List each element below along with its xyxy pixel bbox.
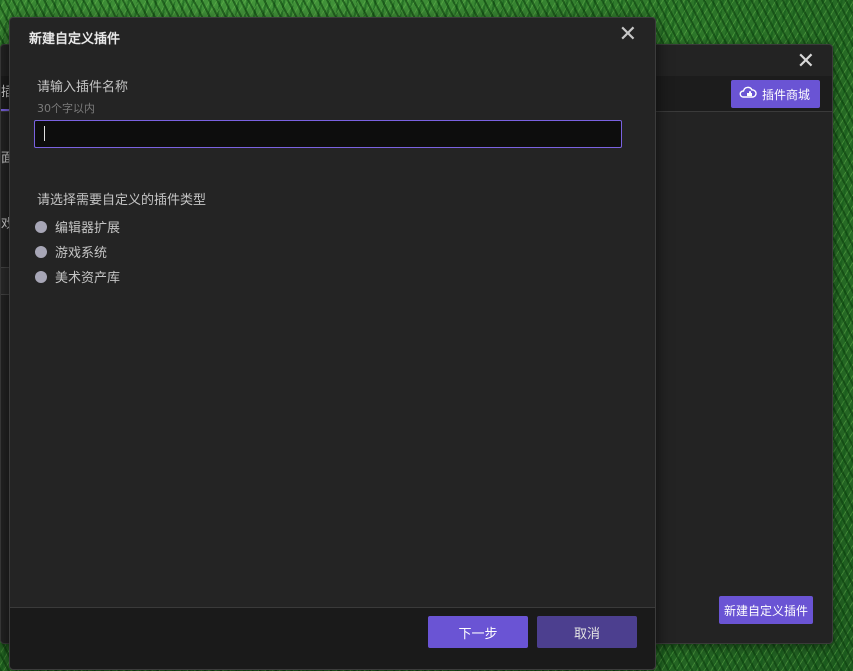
radio-option-game-system[interactable]: 游戏系统: [35, 242, 107, 261]
puzzle-cloud-icon: [739, 84, 757, 105]
plugin-name-hint: 30个字以内: [37, 102, 95, 115]
text-caret: [44, 126, 45, 141]
plugin-name-input[interactable]: [34, 120, 622, 148]
plugin-name-label: 请输入插件名称: [37, 80, 129, 95]
dialog-footer: 下一步 取消: [10, 607, 655, 669]
radio-option-art-asset-library[interactable]: 美术资产库: [35, 267, 120, 286]
cancel-button[interactable]: 取消: [537, 616, 637, 648]
radio-option-editor-extension[interactable]: 编辑器扩展: [35, 217, 120, 236]
plugin-type-label: 请选择需要自定义的插件类型: [37, 193, 207, 208]
radio-button-icon[interactable]: [35, 220, 47, 233]
dialog-title: 新建自定义插件: [29, 32, 121, 47]
radio-option-label: 编辑器扩展: [55, 221, 121, 236]
radio-button-icon[interactable]: [35, 245, 47, 258]
dialog-header: 新建自定义插件 ✕: [10, 18, 655, 54]
new-custom-plugin-dialog: 新建自定义插件 ✕ 请输入插件名称 30个字以内 请选择需要自定义的插件类型 编…: [9, 17, 656, 670]
new-custom-plugin-button[interactable]: 新建自定义插件: [718, 596, 813, 624]
close-icon[interactable]: ✕: [619, 24, 637, 46]
radio-button-icon[interactable]: [35, 270, 47, 283]
next-step-button[interactable]: 下一步: [428, 616, 528, 648]
plugin-store-button[interactable]: 插件商城: [730, 80, 820, 108]
plugin-store-label: 插件商城: [761, 87, 810, 102]
radio-option-label: 美术资产库: [55, 271, 121, 286]
background-close-icon[interactable]: ✕: [797, 51, 815, 73]
radio-option-label: 游戏系统: [55, 246, 108, 261]
